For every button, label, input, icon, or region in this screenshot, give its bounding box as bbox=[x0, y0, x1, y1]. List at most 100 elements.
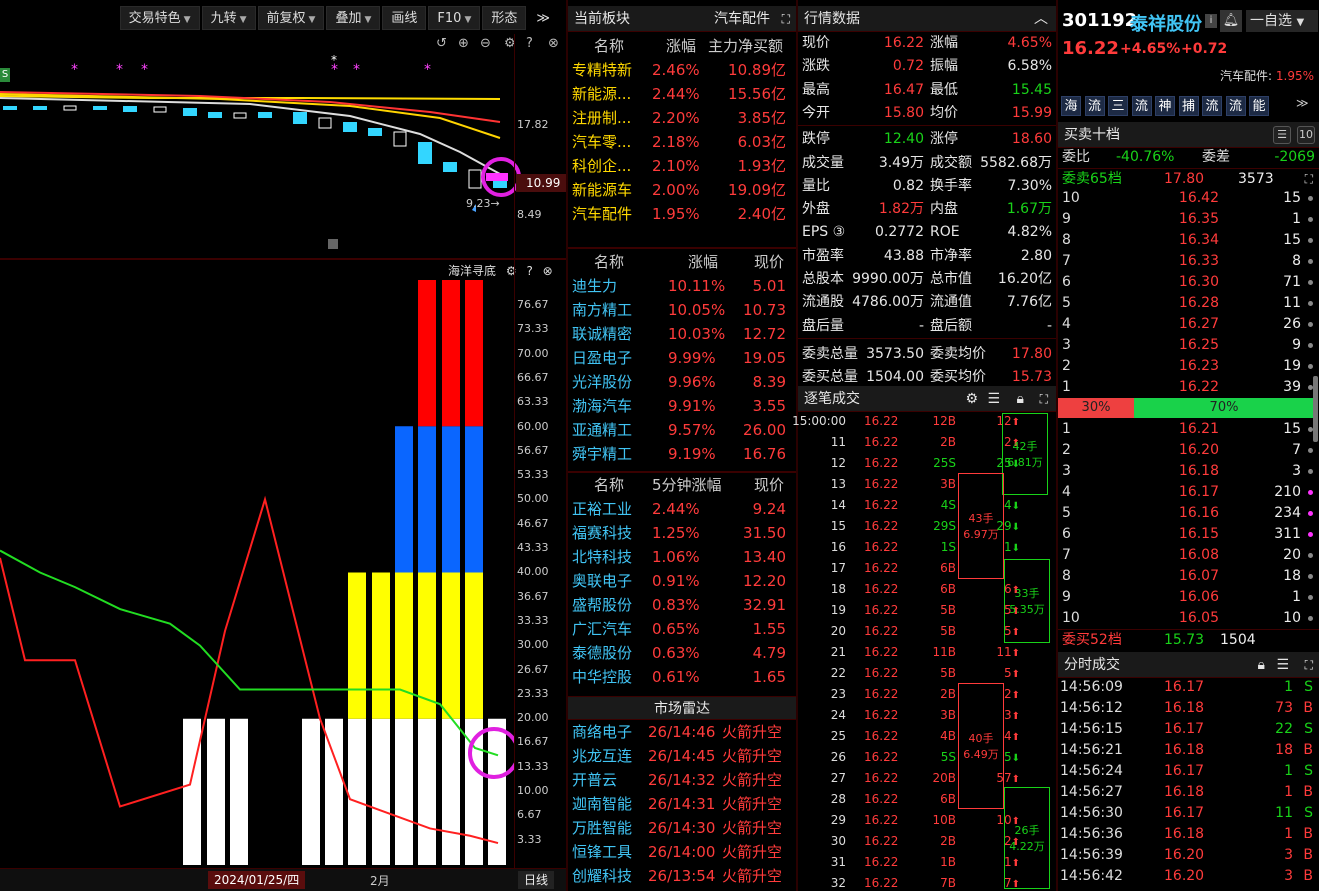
five-min-row[interactable]: 正裕工业 2.44% 9.24 bbox=[568, 497, 796, 521]
stock-tag-button[interactable]: 海 bbox=[1061, 96, 1081, 116]
gainer-row[interactable]: 联诚精密 10.03% 12.72 bbox=[568, 322, 796, 346]
more-icon[interactable]: ≫ bbox=[528, 7, 558, 31]
orderbook-row[interactable]: 4 16.17 210 bbox=[1058, 482, 1319, 503]
orderbook-row[interactable]: 8 16.07 18 bbox=[1058, 566, 1319, 587]
five-min-row[interactable]: 中华控股 0.61% 1.65 bbox=[568, 665, 796, 689]
help-icon[interactable]: ? bbox=[526, 264, 532, 278]
expand-icon[interactable]: ⛶ bbox=[1305, 652, 1313, 678]
gainer-row[interactable]: 南方精工 10.05% 10.73 bbox=[568, 298, 796, 322]
tick-time: 28 bbox=[830, 792, 846, 806]
radar-row[interactable]: 创耀科技 26/13:54 火箭升空 bbox=[568, 864, 796, 888]
quote-cell: 流通股 bbox=[802, 294, 844, 311]
toolbar-button-1[interactable]: 九转 ▼ bbox=[201, 6, 256, 30]
orderbook-row[interactable]: 3 16.18 3 bbox=[1058, 461, 1319, 482]
orderbook-row[interactable]: 7 16.33 8 bbox=[1058, 251, 1319, 272]
radar-row[interactable]: 兆龙互连 26/14:45 火箭升空 bbox=[568, 744, 796, 768]
gainer-row[interactable]: 舜宇精工 9.19% 16.76 bbox=[568, 442, 796, 466]
radar-row[interactable]: 恒锋工具 26/14:00 火箭升空 bbox=[568, 840, 796, 864]
toolbar-button-2[interactable]: 前复权 ▼ bbox=[257, 6, 325, 30]
orderbook-row[interactable]: 7 16.08 20 bbox=[1058, 545, 1319, 566]
gainer-row[interactable]: 光洋股份 9.96% 8.39 bbox=[568, 370, 796, 394]
stock-sector[interactable]: 汽车配件: bbox=[1220, 69, 1272, 83]
five-min-row[interactable]: 泰德股份 0.63% 4.79 bbox=[568, 641, 796, 665]
five-min-row[interactable]: 奥联电子 0.91% 12.20 bbox=[568, 569, 796, 593]
radar-row[interactable]: 开普云 26/14:32 火箭升空 bbox=[568, 768, 796, 792]
sector-current[interactable]: 汽车配件 bbox=[714, 6, 770, 32]
quote-cell: 盘后额 bbox=[930, 317, 972, 334]
signal-star-icon: * bbox=[116, 62, 123, 78]
orderbook-row[interactable]: 5 16.28 11 bbox=[1058, 293, 1319, 314]
orderbook-row[interactable]: 9 16.35 1 bbox=[1058, 209, 1319, 230]
stock-tag-button[interactable]: 捕 bbox=[1178, 96, 1199, 116]
sector-row[interactable]: 汽车零... 2.18% 6.03亿 bbox=[568, 130, 796, 154]
gainer-row[interactable]: 迪生力 10.11% 5.01 bbox=[568, 274, 796, 298]
gainer-row[interactable]: 渤海汽车 9.91% 3.55 bbox=[568, 394, 796, 418]
orderbook-row[interactable]: 3 16.25 9 bbox=[1058, 335, 1319, 356]
stock-tag-button[interactable]: 流 bbox=[1225, 96, 1246, 116]
orderbook-row[interactable]: 2 16.20 7 bbox=[1058, 440, 1319, 461]
gainer-row[interactable]: 亚通精工 9.57% 26.00 bbox=[568, 418, 796, 442]
orderbook-row[interactable]: 5 16.16 234 bbox=[1058, 503, 1319, 524]
radar-row[interactable]: 万胜智能 26/14:30 火箭升空 bbox=[568, 816, 796, 840]
stock-tag-button[interactable]: 能 bbox=[1249, 96, 1269, 116]
settings-icon[interactable]: ⚙ bbox=[965, 386, 978, 412]
orderbook-row[interactable]: 1 16.22 39 bbox=[1058, 377, 1319, 398]
kline-chart[interactable]: * * * * * ** bbox=[0, 34, 566, 256]
orderbook-row[interactable]: 4 16.27 26 bbox=[1058, 314, 1319, 335]
orderbook-row[interactable]: 2 16.23 19 bbox=[1058, 356, 1319, 377]
radar-row[interactable]: 商络电子 26/14:46 火箭升空 bbox=[568, 720, 796, 744]
watchlist-dropdown[interactable]: 一自选 ▼ bbox=[1246, 10, 1318, 32]
radar-row[interactable]: 迦南智能 26/14:31 火箭升空 bbox=[568, 792, 796, 816]
toolbar-button-5[interactable]: F10 ▼ bbox=[428, 6, 481, 30]
lock-icon[interactable]: 🔒︎ bbox=[1017, 386, 1024, 412]
expand-icon[interactable]: ⛶ bbox=[1040, 386, 1048, 412]
stock-tag-button[interactable]: 神 bbox=[1155, 96, 1175, 116]
stock-tag-button[interactable]: 三 bbox=[1108, 96, 1128, 116]
toolbar-button-4[interactable]: 画线 bbox=[382, 6, 427, 30]
orderbook-row[interactable]: 9 16.06 1 bbox=[1058, 587, 1319, 608]
gainer-row[interactable]: 日盈电子 9.99% 19.05 bbox=[568, 346, 796, 370]
lock-icon[interactable]: 🔒︎ bbox=[1258, 652, 1265, 678]
sector-row[interactable]: 注册制... 2.20% 3.85亿 bbox=[568, 106, 796, 130]
depth-toggle[interactable]: 10 bbox=[1297, 126, 1315, 144]
list-icon[interactable]: ☰ bbox=[1273, 126, 1291, 144]
orderbook-row[interactable]: 10 16.05 10 bbox=[1058, 608, 1319, 629]
stock-tag-button[interactable]: 流 bbox=[1202, 96, 1222, 116]
indicator-chart[interactable] bbox=[0, 280, 514, 868]
five-min-row[interactable]: 北特科技 1.06% 13.40 bbox=[568, 545, 796, 569]
toolbar-button-3[interactable]: 叠加 ▼ bbox=[326, 6, 381, 30]
sector-row[interactable]: 专精特新 2.46% 10.89亿 bbox=[568, 58, 796, 82]
sector-row[interactable]: 汽车配件 1.95% 2.40亿 bbox=[568, 202, 796, 226]
expand-icon[interactable]: ⛶ bbox=[1305, 169, 1313, 190]
info-icon[interactable]: i bbox=[1205, 14, 1217, 28]
toolbar-button-0[interactable]: 交易特色 ▼ bbox=[119, 6, 200, 30]
toolbar-button-6[interactable]: 形态 bbox=[482, 6, 527, 30]
close-icon[interactable]: ⊗ bbox=[543, 264, 553, 278]
expand-tags-icon[interactable]: ≫ bbox=[1296, 96, 1309, 110]
trade-side: S bbox=[1304, 805, 1313, 821]
stock-name[interactable]: 泰祥股份 bbox=[1130, 10, 1202, 36]
five-min-row[interactable]: 盛帮股份 0.83% 32.91 bbox=[568, 593, 796, 617]
sector-row[interactable]: 新能源车 2.00% 19.09亿 bbox=[568, 178, 796, 202]
list-icon[interactable]: ☰ bbox=[987, 386, 1000, 412]
trade-price: 16.18 bbox=[1164, 826, 1205, 842]
orderbook-row[interactable]: 6 16.30 71 bbox=[1058, 272, 1319, 293]
collapse-icon[interactable]: ︿ bbox=[1034, 6, 1048, 32]
sector-row[interactable]: 科创企... 2.10% 1.93亿 bbox=[568, 154, 796, 178]
period-button[interactable]: 日线 bbox=[518, 871, 555, 889]
orderbook-row[interactable]: 8 16.34 15 bbox=[1058, 230, 1319, 251]
bell-icon[interactable]: 🔔︎ bbox=[1220, 10, 1242, 32]
five-min-row[interactable]: 广汇汽车 0.65% 1.55 bbox=[568, 617, 796, 641]
note-icon[interactable] bbox=[328, 239, 338, 249]
expand-icon[interactable]: ⛶ bbox=[782, 6, 790, 32]
list-icon[interactable]: ☰ bbox=[1276, 652, 1289, 678]
stock-tag-button[interactable]: 流 bbox=[1084, 96, 1105, 116]
tick-group-number: 5 bbox=[1003, 666, 1012, 680]
sector-row[interactable]: 新能源... 2.44% 15.56亿 bbox=[568, 82, 796, 106]
orderbook-row[interactable]: 10 16.42 15 bbox=[1058, 188, 1319, 209]
five-min-cell: 32.91 bbox=[743, 596, 786, 614]
orderbook-row[interactable]: 1 16.21 15 bbox=[1058, 419, 1319, 440]
orderbook-row[interactable]: 6 16.15 311 bbox=[1058, 524, 1319, 545]
stock-tag-button[interactable]: 流 bbox=[1131, 96, 1152, 116]
five-min-row[interactable]: 福赛科技 1.25% 31.50 bbox=[568, 521, 796, 545]
